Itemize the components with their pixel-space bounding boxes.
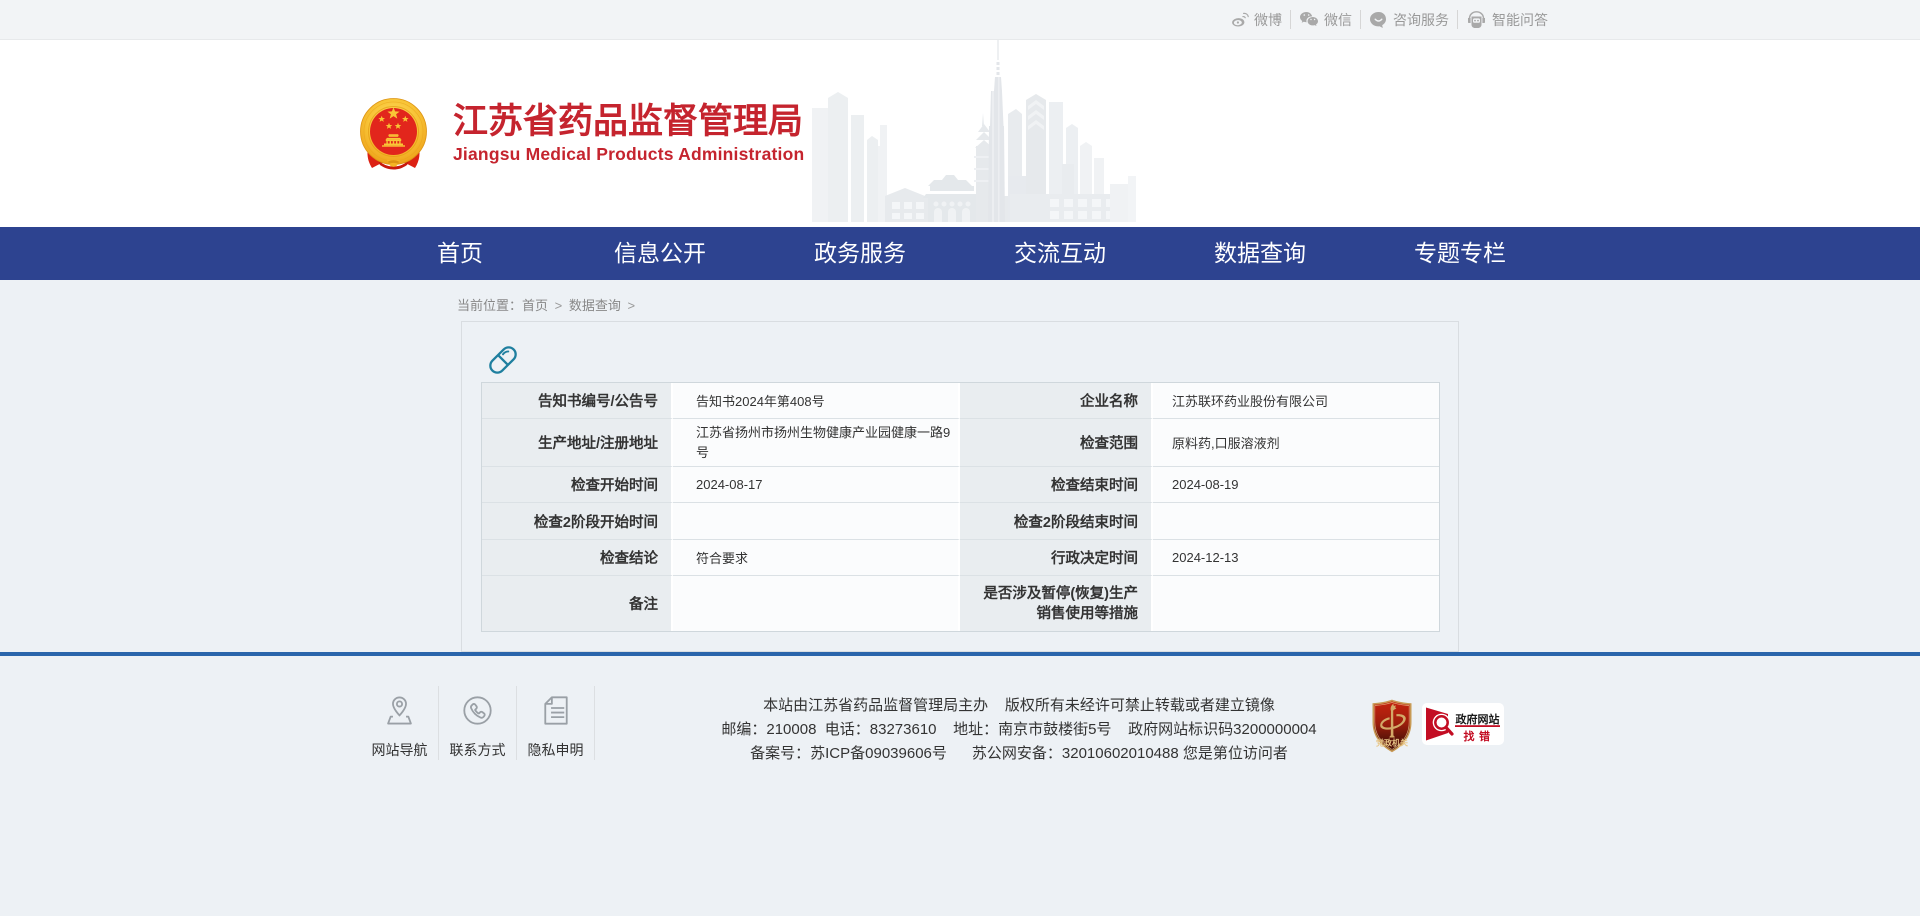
svg-text:政府网站: 政府网站 — [1456, 712, 1500, 726]
svg-text:找错: 找错 — [1464, 729, 1495, 743]
svg-text:党政机关: 党政机关 — [1376, 738, 1408, 748]
